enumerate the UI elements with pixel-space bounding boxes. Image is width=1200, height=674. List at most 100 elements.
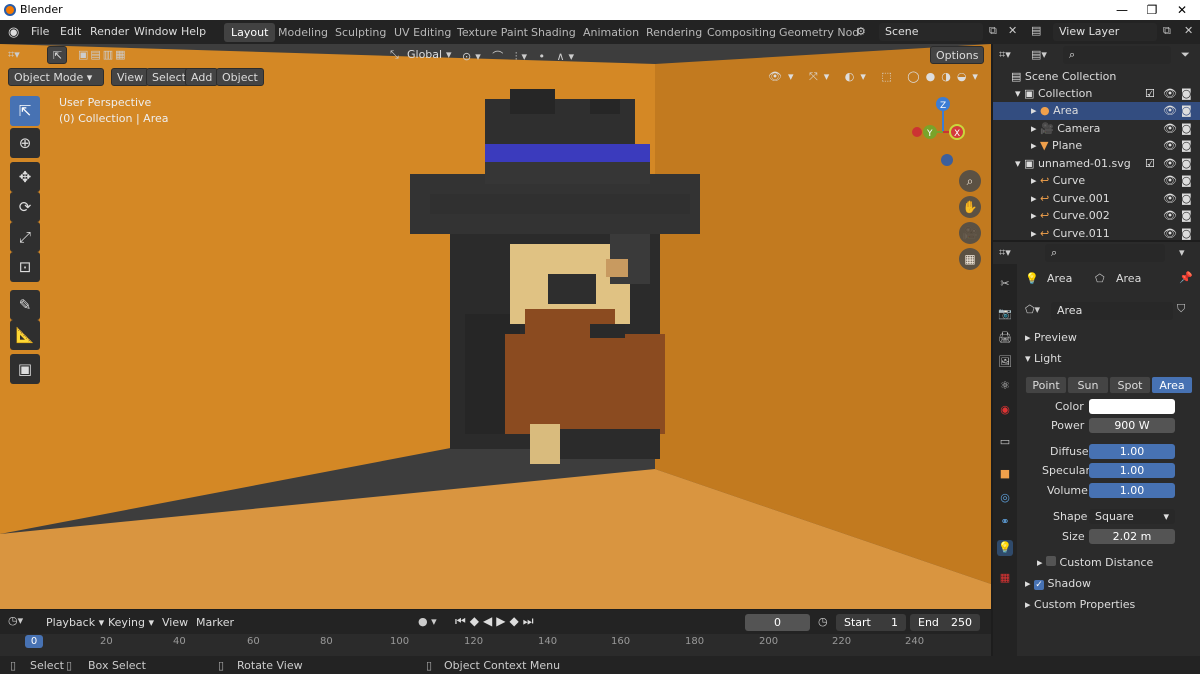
shadow-checkbox[interactable]: ✓	[1034, 580, 1045, 590]
outliner-panel[interactable]: ⌗▾ ▤▾ ⌕ ⏷ ▤ Scene Collection ▾ ▣ Collect…	[993, 44, 1200, 240]
shadow-panel-header[interactable]: ▸ ✓ Shadow	[1025, 577, 1091, 590]
light-datablock-name[interactable]: Area	[1051, 302, 1173, 320]
light-datablock-icon[interactable]: ⬠▾	[1025, 303, 1040, 316]
record-icon[interactable]: ● ▾	[418, 615, 437, 628]
eye-icon[interactable]: 👁	[1163, 225, 1177, 243]
view-layer-new-icon[interactable]: ⧉	[1163, 24, 1171, 38]
pan-hand-icon[interactable]: ✋	[959, 196, 981, 218]
light-type-spot[interactable]: Spot	[1109, 376, 1151, 394]
light-type-area[interactable]: Area	[1151, 376, 1193, 394]
custom-distance-subpanel[interactable]: ▸ Custom Distance	[1037, 556, 1153, 569]
outliner-row-svg-collection[interactable]: ▾ ▣ unnamed-01.svg ☑ 👁 ◙	[993, 155, 1200, 173]
tweak-tool-icon[interactable]: ⇱	[10, 96, 40, 126]
world-tab-icon[interactable]: ◉	[997, 402, 1013, 418]
neg-z-axis-icon[interactable]	[941, 154, 953, 166]
menu-marker[interactable]: Marker	[196, 616, 234, 629]
menu-playback[interactable]: Playback ▾	[46, 616, 104, 629]
preview-panel-header[interactable]: ▸ Preview	[1025, 331, 1077, 344]
diffuse-slider[interactable]: 1.00	[1089, 444, 1175, 459]
outliner-root[interactable]: ▤ Scene Collection	[993, 68, 1200, 86]
scene-icon[interactable]: ⚙	[856, 25, 866, 38]
eye-icon[interactable]: 👁	[1163, 207, 1177, 225]
eye-icon[interactable]: 👁	[1163, 120, 1177, 138]
collection-tab-icon[interactable]: ▭	[997, 434, 1013, 450]
properties-panel[interactable]: ⌗▾ ⌕ ▾ ✂ 📷 🖨 🖼 ⚛ ◉ ▭ ■ ◎ ⚭ 💡 ▦ 💡 Area ⬠ …	[993, 242, 1200, 656]
3d-viewport[interactable]: ⌗▾ ⇱ ▣▤▥▦ ⤡ Global ▾ ⊙▾ ⌒ ⫶▾ • ∧▾ Option…	[0, 44, 991, 609]
custom-distance-checkbox[interactable]	[1046, 556, 1057, 566]
current-frame-field[interactable]: 0	[745, 614, 810, 631]
view-layer-delete-icon[interactable]: ✕	[1184, 24, 1193, 37]
playback-controls-icon[interactable]: ⏮◆◀▶◆⏭	[455, 614, 538, 629]
outliner-row-collection[interactable]: ▾ ▣ Collection ☑ 👁 ◙	[993, 85, 1200, 103]
menu-edit[interactable]: Edit	[60, 25, 81, 38]
display-mode-icon[interactable]: ▤▾	[1031, 48, 1047, 61]
properties-search-input[interactable]: ⌕	[1045, 244, 1165, 262]
light-type-sun[interactable]: Sun	[1067, 376, 1109, 394]
light-panel-header[interactable]: ▾ Light	[1025, 352, 1061, 365]
outliner-row-area[interactable]: ▸ ● Area 👁 ◙	[993, 102, 1200, 120]
options-button[interactable]: Options	[930, 46, 985, 64]
tab-rendering[interactable]: Rendering	[639, 23, 709, 42]
rotate-tool-icon[interactable]: ⟳	[10, 192, 40, 222]
outliner-row-curve-011[interactable]: ▸ ↩ Curve.011 👁 ◙	[993, 225, 1200, 243]
render-camera-icon[interactable]: ◙	[1181, 120, 1192, 138]
size-field[interactable]: 2.02 m	[1089, 529, 1175, 544]
view-layer-field[interactable]: View Layer	[1053, 23, 1157, 41]
light-type-point[interactable]: Point	[1025, 376, 1067, 394]
view-layer-tab-icon[interactable]: 🖼	[997, 354, 1013, 370]
outliner-row-curve[interactable]: ▸ ↩ Curve 👁 ◙	[993, 172, 1200, 190]
outliner-search-input[interactable]: ⌕	[1063, 46, 1171, 64]
physics-tab-icon[interactable]: ◎	[997, 490, 1013, 506]
menu-add[interactable]: Add	[185, 68, 219, 86]
render-camera-icon[interactable]: ◙	[1181, 85, 1192, 103]
outliner-editor-icon[interactable]: ⌗▾	[999, 48, 1011, 62]
measure-tool-icon[interactable]: 📐	[10, 320, 40, 350]
properties-options-icon[interactable]: ▾	[1179, 246, 1185, 259]
tab-compositing[interactable]: Compositing	[700, 23, 783, 42]
navigation-gizmo[interactable]: Z Y X	[905, 94, 980, 174]
clock-icon[interactable]: ◷	[818, 615, 828, 628]
render-camera-icon[interactable]: ◙	[1181, 102, 1192, 120]
viewport-shading-icons[interactable]: 👁▾ ⤧▾ ◐▾ ⬚ ◯●◑◒▾	[768, 70, 984, 84]
zoom-icon[interactable]: ⌕	[959, 170, 981, 192]
object-mode-dropdown[interactable]: Object Mode ▾	[8, 68, 104, 86]
minimize-icon[interactable]: —	[1108, 0, 1136, 20]
checkbox-icon[interactable]: ☑	[1145, 155, 1155, 173]
scene-new-icon[interactable]: ⧉	[989, 24, 997, 38]
menu-render[interactable]: Render	[90, 25, 129, 38]
menu-window[interactable]: Window	[134, 25, 177, 38]
menu-help[interactable]: Help	[181, 25, 206, 38]
eye-icon[interactable]: 👁	[1163, 137, 1177, 155]
specular-slider[interactable]: 1.00	[1089, 463, 1175, 478]
render-tab-icon[interactable]: 📷	[997, 306, 1013, 322]
menu-view[interactable]: View	[111, 68, 150, 86]
orientation-dropdown[interactable]: Global	[407, 48, 442, 61]
add-cube-tool-icon[interactable]: ▣	[10, 354, 40, 384]
checkbox-icon[interactable]: ☑	[1145, 85, 1155, 103]
ortho-grid-icon[interactable]: ▦	[959, 248, 981, 270]
object-tab-icon[interactable]: ■	[997, 466, 1013, 482]
scene-tab-icon[interactable]: ⚛	[997, 378, 1013, 394]
outliner-row-plane[interactable]: ▸ ▼ Plane 👁 ◙	[993, 137, 1200, 155]
pin-icon[interactable]: 📌	[1179, 271, 1193, 284]
end-frame-field[interactable]: End 250	[910, 614, 980, 631]
outliner-row-camera[interactable]: ▸ 🎥 Camera 👁 ◙	[993, 120, 1200, 138]
color-swatch[interactable]	[1089, 399, 1175, 414]
transform-tool-icon[interactable]: ⊡	[10, 252, 40, 282]
timeline-editor[interactable]: ◷▾ Playback ▾ Keying ▾ View Marker ● ▾ ⏮…	[0, 610, 991, 658]
blender-menu-icon[interactable]: ◉	[8, 25, 19, 40]
tab-layout[interactable]: Layout	[224, 23, 276, 42]
properties-editor-icon[interactable]: ⌗▾	[999, 246, 1011, 260]
editor-type-icon[interactable]: ⌗▾	[8, 48, 20, 62]
tab-shading[interactable]: Shading	[524, 23, 583, 42]
tab-texture-paint[interactable]: Texture Paint	[450, 23, 535, 42]
timeline-editor-icon[interactable]: ◷▾	[8, 614, 23, 627]
outliner-row-curve-001[interactable]: ▸ ↩ Curve.001 👁 ◙	[993, 190, 1200, 208]
render-camera-icon[interactable]: ◙	[1181, 172, 1192, 190]
eye-icon[interactable]: 👁	[1163, 172, 1177, 190]
menu-file[interactable]: File	[31, 25, 49, 38]
scene-field[interactable]: Scene	[879, 23, 983, 41]
playhead[interactable]: 0	[25, 635, 43, 648]
volume-slider[interactable]: 1.00	[1089, 483, 1175, 498]
view-layer-icon[interactable]: ▤	[1031, 24, 1041, 37]
